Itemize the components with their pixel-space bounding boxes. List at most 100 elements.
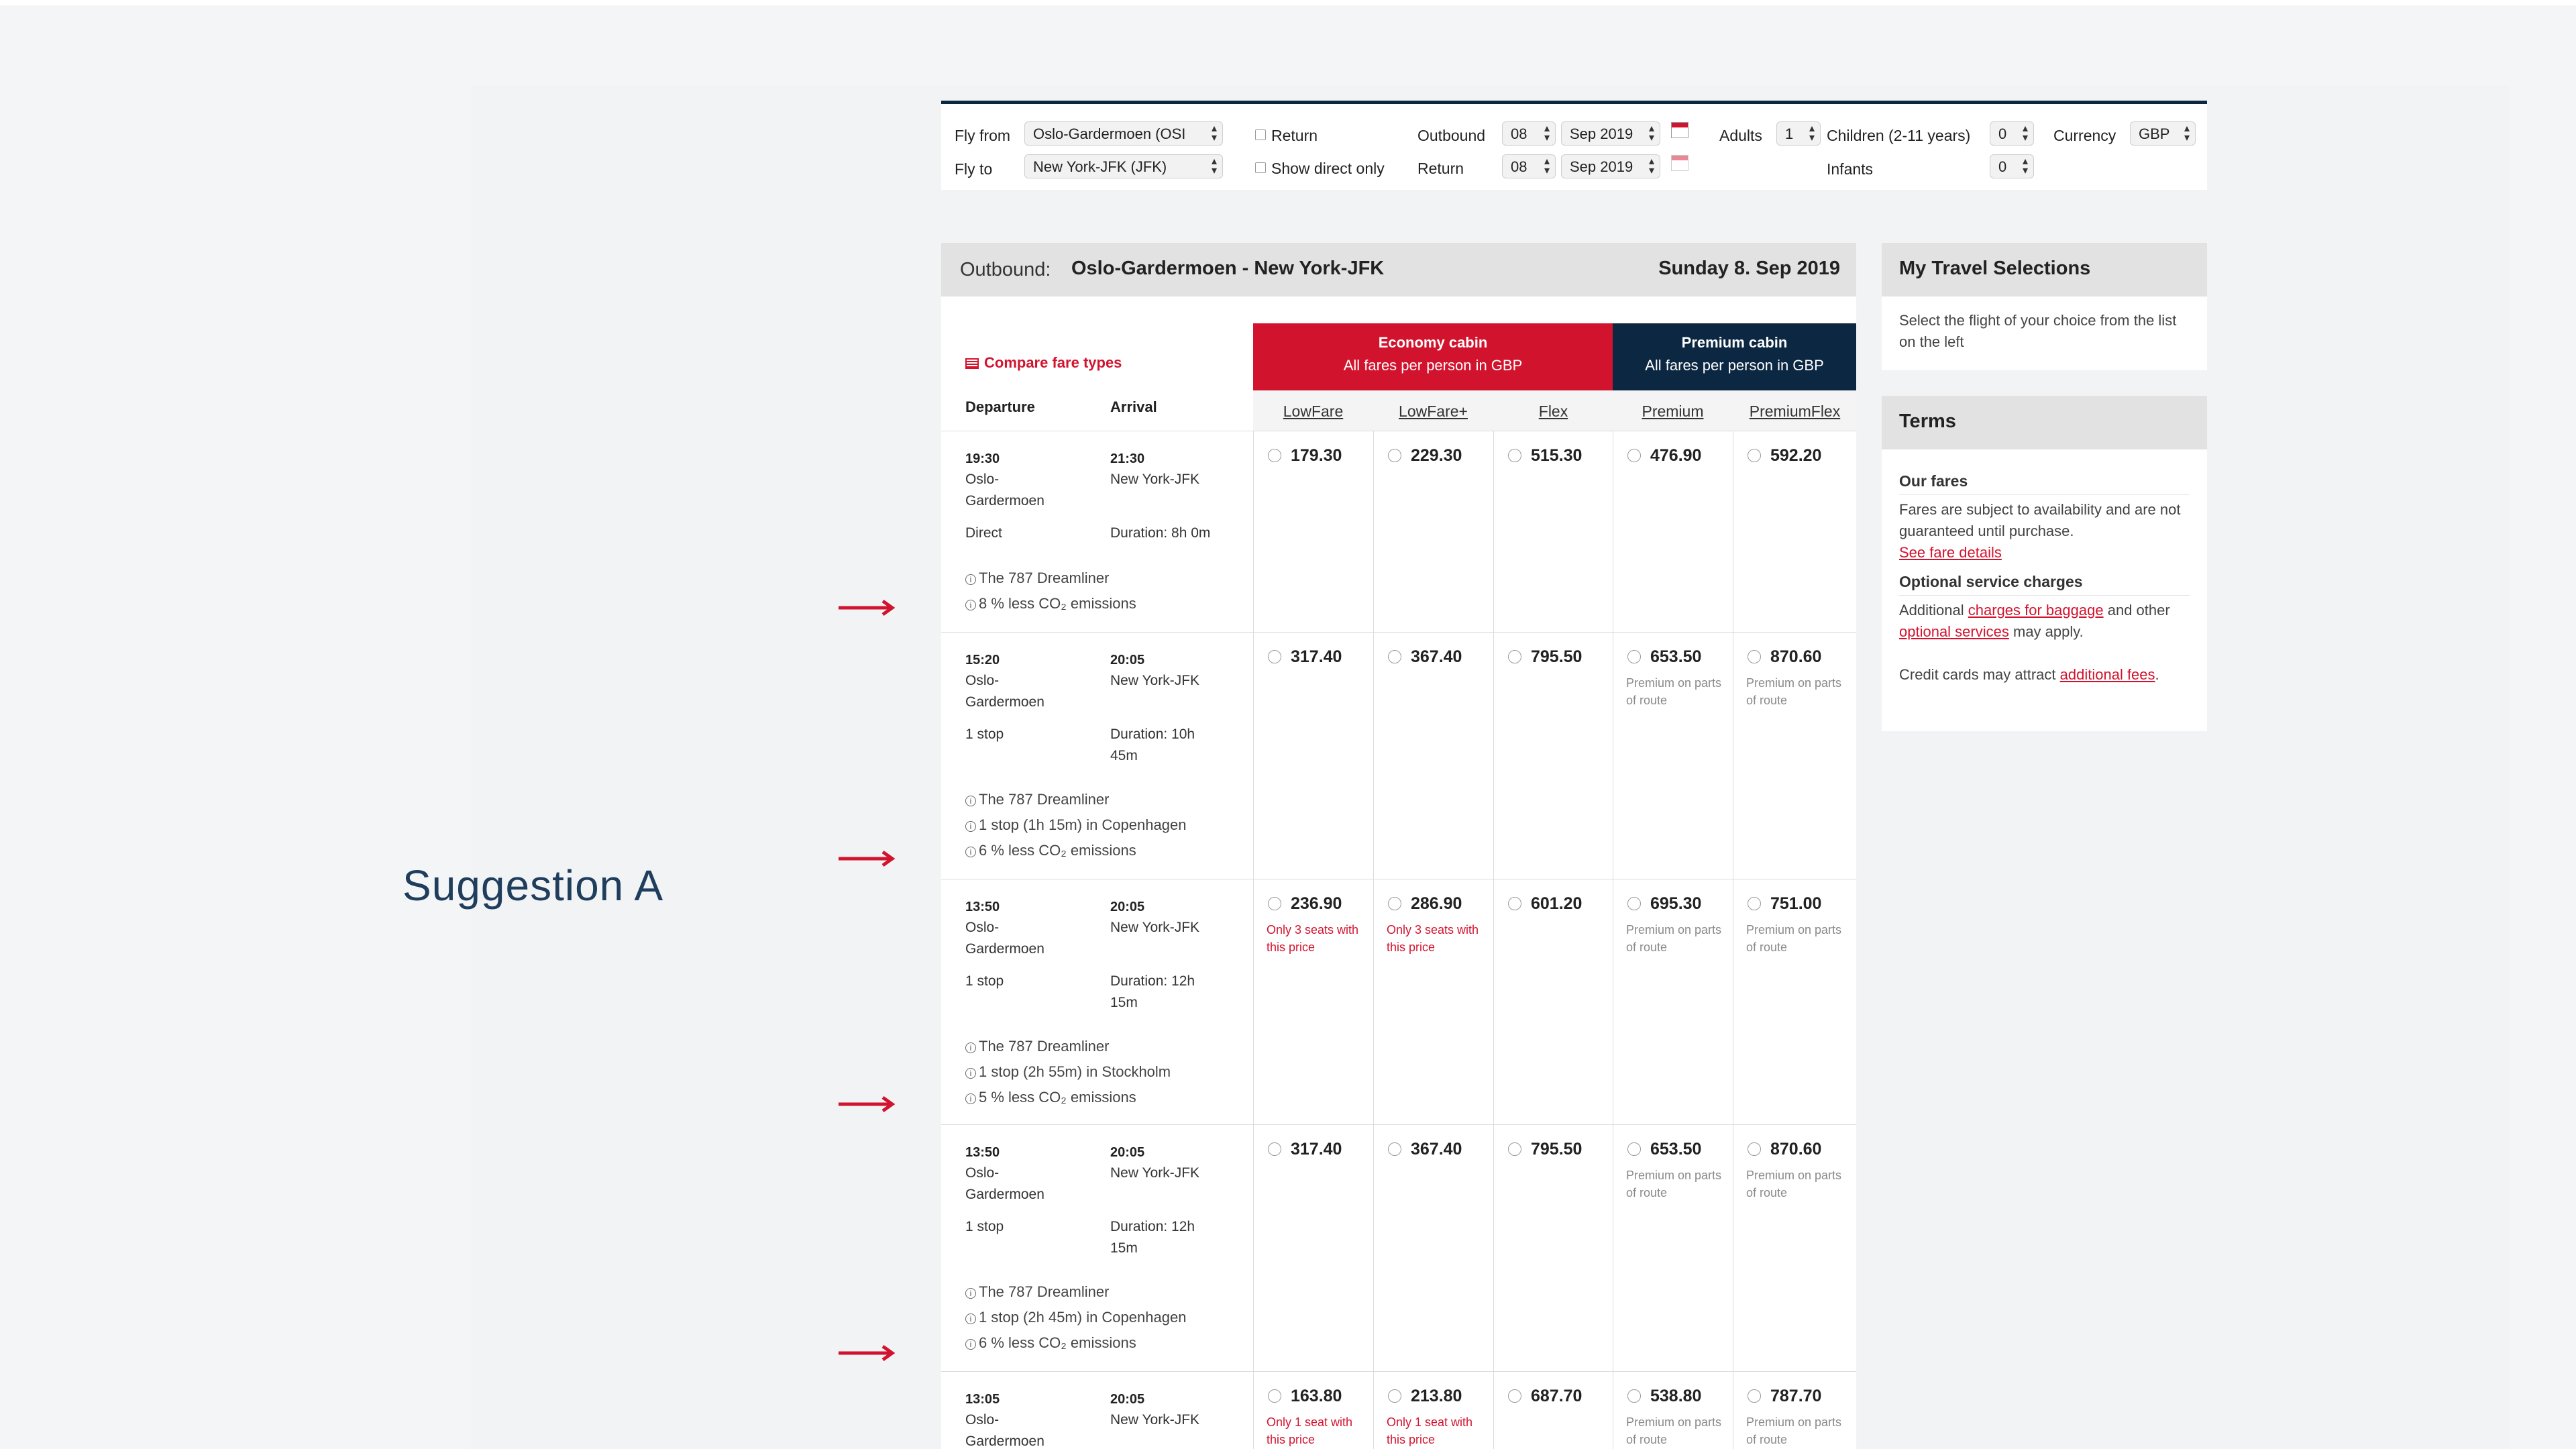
radio-icon[interactable]	[1748, 449, 1761, 462]
departure-time: 15:20	[965, 653, 1000, 667]
radio-icon[interactable]	[1627, 1389, 1641, 1403]
fare-option[interactable]: 236.90	[1268, 894, 1342, 914]
seat-availability-note: Only 3 seats with this price	[1387, 923, 1479, 954]
fare-option[interactable]: 286.90	[1388, 894, 1462, 914]
stop-detail: i1 stop (2h 45m) in Copenhagen	[965, 1309, 1186, 1326]
direct-only-checkbox[interactable]	[1255, 162, 1266, 173]
radio-icon[interactable]	[1388, 897, 1401, 910]
fare-option[interactable]: 317.40	[1268, 647, 1342, 667]
adults-label: Adults	[1719, 127, 1762, 144]
fare-option[interactable]: 795.50	[1508, 647, 1582, 667]
optional-services-link[interactable]: optional services	[1899, 623, 2009, 640]
radio-icon[interactable]	[1268, 449, 1281, 462]
children-select[interactable]: 0 ▴ ▾	[1990, 121, 2034, 146]
children-label: Children (2-11 years)	[1827, 127, 1971, 144]
radio-icon[interactable]	[1508, 1389, 1521, 1403]
fare-type-premiumflex[interactable]: PremiumFlex	[1735, 402, 1855, 421]
info-icon: i	[965, 1042, 976, 1053]
adults-select[interactable]: 1 ▴ ▾	[1776, 121, 1821, 146]
fare-option[interactable]: 367.40	[1388, 647, 1462, 667]
return-day-select[interactable]: 08 ▴ ▾	[1502, 154, 1556, 178]
radio-icon[interactable]	[1388, 1389, 1401, 1403]
fare-option[interactable]: 870.60	[1748, 647, 1821, 667]
radio-icon[interactable]	[1627, 1142, 1641, 1156]
fare-option[interactable]: 179.30	[1268, 446, 1342, 466]
calendar-icon[interactable]	[1671, 122, 1688, 138]
radio-icon[interactable]	[1268, 1389, 1281, 1403]
fare-option[interactable]: 601.20	[1508, 894, 1582, 914]
stepper-icon: ▴ ▾	[1211, 123, 1217, 144]
arrival-time: 21:30	[1110, 451, 1145, 466]
stops-count: 1 stop	[965, 1219, 1004, 1234]
infants-select[interactable]: 0 ▴ ▾	[1990, 154, 2034, 178]
arrival-time: 20:05	[1110, 900, 1145, 914]
compare-fare-types-link[interactable]: Compare fare types	[965, 354, 1122, 372]
direct-only-label: Show direct only	[1271, 160, 1385, 177]
fare-option[interactable]: 213.80	[1388, 1387, 1462, 1406]
fare-option[interactable]: 653.50	[1627, 647, 1701, 667]
departure-time: 13:50	[965, 1145, 1000, 1160]
outbound-date: Sunday 8. Sep 2019	[1658, 258, 1840, 279]
premium-cabin-header: Premium cabin All fares per person in GBP	[1613, 323, 1856, 390]
radio-icon[interactable]	[1627, 650, 1641, 663]
departure-city: Oslo-	[965, 920, 1000, 935]
radio-icon[interactable]	[1748, 1142, 1761, 1156]
co2-emissions: i6 % less CO₂ emissions	[965, 842, 1136, 859]
fare-option[interactable]: 592.20	[1748, 446, 1821, 466]
fly-to-select[interactable]: New York-JFK (JFK) ▴ ▾	[1024, 154, 1223, 178]
return-month-select[interactable]: Sep 2019 ▴ ▾	[1561, 154, 1660, 178]
radio-icon[interactable]	[1508, 449, 1521, 462]
our-fares-text: Fares are subject to availability and ar…	[1899, 501, 2181, 539]
fare-option[interactable]: 476.90	[1627, 446, 1701, 466]
fare-option[interactable]: 787.70	[1748, 1387, 1821, 1406]
radio-icon[interactable]	[1508, 650, 1521, 663]
fare-type-lowfare-plus[interactable]: LowFare+	[1373, 402, 1493, 421]
calendar-icon[interactable]	[1671, 155, 1688, 171]
fare-type-lowfare[interactable]: LowFare	[1253, 402, 1373, 421]
fare-option[interactable]: 653.50	[1627, 1140, 1701, 1159]
outbound-route: Oslo-Gardermoen - New York-JFK	[1071, 258, 1385, 279]
radio-icon[interactable]	[1748, 897, 1761, 910]
fare-option[interactable]: 870.60	[1748, 1140, 1821, 1159]
baggage-charges-link[interactable]: charges for baggage	[1968, 602, 2104, 619]
fly-from-select[interactable]: Oslo-Gardermoen (OSI ▴ ▾	[1024, 121, 1223, 146]
fare-type-premium[interactable]: Premium	[1613, 402, 1733, 421]
radio-icon[interactable]	[1627, 897, 1641, 910]
see-fare-details-link[interactable]: See fare details	[1899, 544, 2002, 561]
aircraft-info: i The 787 Dreamliner	[965, 1038, 1109, 1055]
fare-option[interactable]: 163.80	[1268, 1387, 1342, 1406]
radio-icon[interactable]	[1268, 897, 1281, 910]
radio-icon[interactable]	[1388, 650, 1401, 663]
currency-select[interactable]: GBP ▴ ▾	[2130, 121, 2196, 146]
info-icon: i	[965, 574, 976, 585]
fare-type-flex[interactable]: Flex	[1493, 402, 1613, 421]
fare-option[interactable]: 229.30	[1388, 446, 1462, 466]
radio-icon[interactable]	[1268, 650, 1281, 663]
return-checkbox[interactable]	[1255, 129, 1266, 140]
radio-icon[interactable]	[1748, 1389, 1761, 1403]
radio-icon[interactable]	[1388, 449, 1401, 462]
outbound-day-select[interactable]: 08 ▴ ▾	[1502, 121, 1556, 146]
fare-option[interactable]: 317.40	[1268, 1140, 1342, 1159]
additional-fees-link[interactable]: additional fees	[2060, 666, 2155, 683]
fare-option[interactable]: 538.80	[1627, 1387, 1701, 1406]
outbound-month-select[interactable]: Sep 2019 ▴ ▾	[1561, 121, 1660, 146]
departure-time: 13:05	[965, 1392, 1000, 1407]
fare-option[interactable]: 751.00	[1748, 894, 1821, 914]
fare-option[interactable]: 367.40	[1388, 1140, 1462, 1159]
fare-option[interactable]: 795.50	[1508, 1140, 1582, 1159]
fare-option[interactable]: 515.30	[1508, 446, 1582, 466]
radio-icon[interactable]	[1748, 650, 1761, 663]
column-divider	[1253, 879, 1254, 1124]
radio-icon[interactable]	[1508, 1142, 1521, 1156]
radio-icon[interactable]	[1268, 1142, 1281, 1156]
column-divider	[1373, 879, 1374, 1124]
arrival-time: 20:05	[1110, 653, 1145, 667]
radio-icon[interactable]	[1388, 1142, 1401, 1156]
radio-icon[interactable]	[1508, 897, 1521, 910]
stops-count: 1 stop	[965, 727, 1004, 742]
fare-option[interactable]: 687.70	[1508, 1387, 1582, 1406]
duration: 15m	[1110, 995, 1138, 1010]
fare-option[interactable]: 695.30	[1627, 894, 1701, 914]
radio-icon[interactable]	[1627, 449, 1641, 462]
